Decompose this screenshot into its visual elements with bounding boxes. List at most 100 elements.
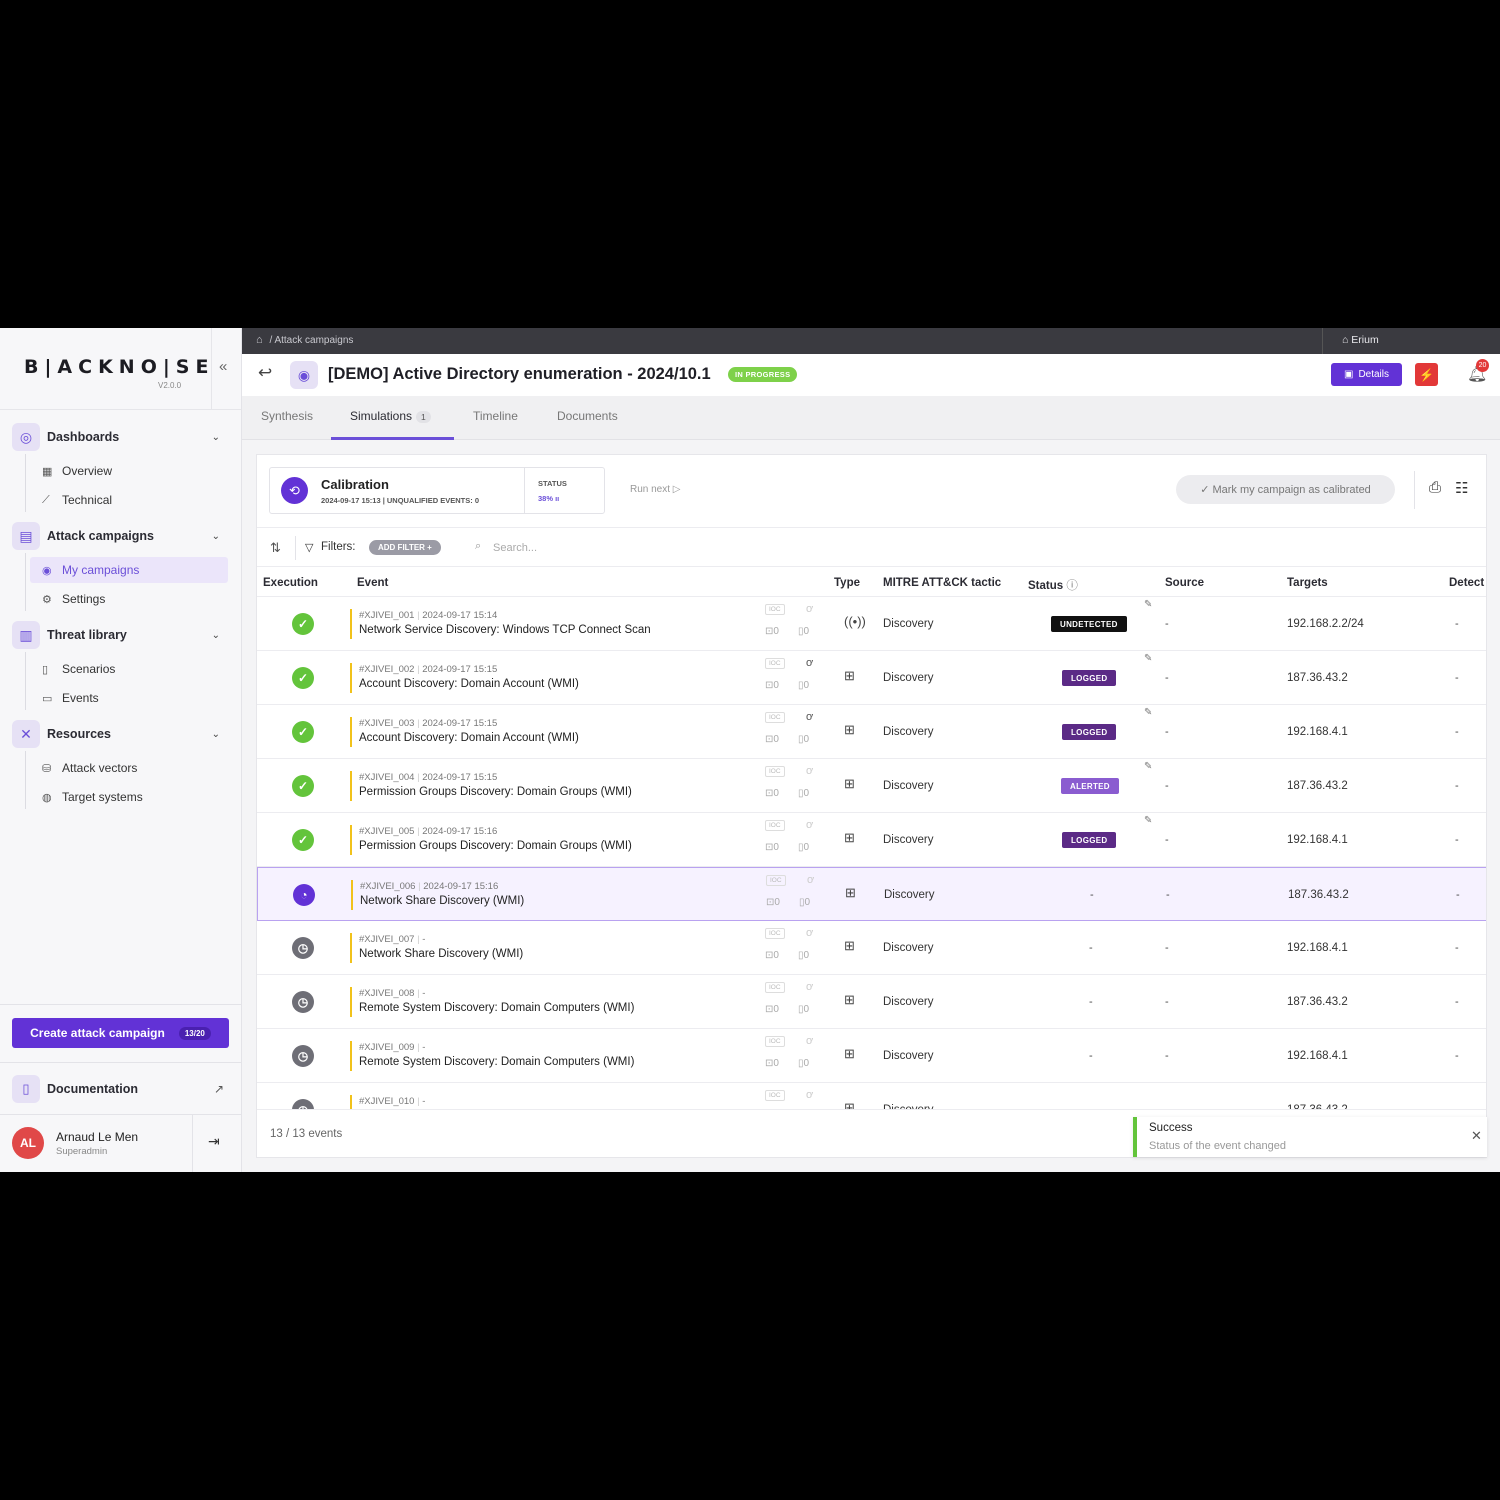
link-ring-icon[interactable]: ơ xyxy=(806,765,813,777)
avatar[interactable]: AL xyxy=(12,1127,44,1159)
document-count: ▯0 xyxy=(798,734,809,745)
window-icon: ⊞ xyxy=(844,1100,855,1109)
event-code: #XJIVEI_005 xyxy=(359,826,415,837)
ioc-badge[interactable]: IOC xyxy=(765,1036,785,1047)
table-row[interactable]: ✓ #XJIVEI_005 | 2024-09-17 15:16 Permissio… xyxy=(257,813,1486,867)
mitre-tactic: Discovery xyxy=(883,618,934,630)
ioc-badge[interactable]: IOC xyxy=(765,928,785,939)
nav-tree-line xyxy=(25,751,26,809)
tab-timeline[interactable]: Timeline xyxy=(473,409,518,423)
table-row[interactable]: ◷ #XJIVEI_007 | - Network Share Discovery … xyxy=(257,921,1486,975)
documentation-link[interactable]: ▯ Documentation ↗ xyxy=(12,1074,230,1104)
event-time: 2024-09-17 15:16 xyxy=(422,826,498,837)
launch-attack-button[interactable]: ⚡ xyxy=(1415,363,1438,386)
status-badge[interactable]: UNDETECTED xyxy=(1051,616,1127,632)
column-header-targets[interactable]: Targets xyxy=(1287,577,1328,589)
status-badge[interactable]: LOGGED xyxy=(1062,832,1117,848)
link-ring-icon[interactable]: ơ xyxy=(806,927,813,939)
event-name[interactable]: Remote System Discovery: Domain Computer… xyxy=(359,1056,634,1068)
mark-calibrated-button[interactable]: ✓ Mark my campaign as calibrated xyxy=(1176,475,1395,504)
link-ring-icon[interactable]: ơ xyxy=(806,711,813,723)
ioc-badge[interactable]: IOC xyxy=(765,1090,785,1101)
link-ring-icon[interactable]: ơ xyxy=(806,981,813,993)
edit-icon[interactable]: ✎ xyxy=(1144,761,1152,772)
event-name[interactable]: Permission Groups Discovery: Domain Grou… xyxy=(359,786,632,798)
event-name[interactable]: Account Discovery: Domain Account (WMI) xyxy=(359,678,579,690)
search-input[interactable] xyxy=(493,538,693,558)
ioc-badge[interactable]: IOC xyxy=(765,820,785,831)
run-next-button[interactable]: Run next ▷ xyxy=(630,484,681,495)
event-name[interactable]: Remote System Discovery: Domain Computer… xyxy=(359,1002,634,1014)
collapse-sidebar-icon[interactable]: « xyxy=(219,358,227,375)
sidebar-item-scenarios[interactable]: ▯ Scenarios xyxy=(30,656,228,682)
ioc-badge[interactable]: IOC xyxy=(765,712,785,723)
status-badge[interactable]: LOGGED xyxy=(1062,724,1117,740)
export-icon[interactable]: ⎙ xyxy=(1429,479,1441,496)
create-attack-campaign-button[interactable]: Create attack campaign 13/20 xyxy=(12,1018,229,1048)
sidebar-item-my-campaigns[interactable]: ◉ My campaigns xyxy=(30,557,228,583)
table-row[interactable]: ◷#XJIVEI_010 | -IOCơ⊞Discovery187.36.43.… xyxy=(257,1083,1486,1109)
sidebar-item-attack-vectors[interactable]: ⛁ Attack vectors xyxy=(30,755,228,781)
ioc-badge[interactable]: IOC xyxy=(766,875,786,886)
home-icon[interactable]: ⌂ xyxy=(256,334,263,346)
sort-icon[interactable]: ⇅ xyxy=(270,540,281,556)
sidebar-item-settings[interactable]: ⚙ Settings xyxy=(30,586,228,612)
nav-group-resources[interactable]: ✕ Resources ⌄ xyxy=(12,719,230,749)
edit-icon[interactable]: ✎ xyxy=(1144,599,1152,610)
status-badge[interactable]: LOGGED xyxy=(1062,670,1117,686)
event-name[interactable]: Network Share Discovery (WMI) xyxy=(359,948,523,960)
add-filter-button[interactable]: ADD FILTER + xyxy=(369,540,441,555)
breadcrumb-item[interactable]: Attack campaigns xyxy=(274,335,353,346)
ioc-badge[interactable]: IOC xyxy=(765,658,785,669)
nav-group-attack-campaigns[interactable]: ▤ Attack campaigns ⌄ xyxy=(12,521,230,551)
logout-icon[interactable]: ⇥ xyxy=(208,1133,220,1150)
link-ring-icon[interactable]: ơ xyxy=(806,657,813,669)
sidebar-item-overview[interactable]: ▦ Overview xyxy=(30,458,228,484)
tab-simulations[interactable]: Simulations 1 xyxy=(350,409,431,423)
status-badge[interactable]: ALERTED xyxy=(1061,778,1119,794)
organization-selector[interactable]: ⌂ Erium xyxy=(1342,334,1379,346)
nav-group-threat-library[interactable]: ▥ Threat library ⌄ xyxy=(12,620,230,650)
ioc-badge[interactable]: IOC xyxy=(765,766,785,777)
ioc-badge[interactable]: IOC xyxy=(765,982,785,993)
column-header-detect[interactable]: Detect xyxy=(1449,577,1484,589)
link-ring-icon[interactable]: ơ xyxy=(806,1035,813,1047)
sidebar-item-target-systems[interactable]: ◍ Target systems xyxy=(30,784,228,810)
sidebar-item-label: Technical xyxy=(62,493,113,507)
table-row[interactable]: ✓ #XJIVEI_002 | 2024-09-17 15:15 Account D… xyxy=(257,651,1486,705)
sidebar-item-events[interactable]: ▭ Events xyxy=(30,685,228,711)
table-row[interactable]: ◔ #XJIVEI_006 | 2024-09-17 15:16 Network S… xyxy=(257,867,1486,921)
table-row[interactable]: ✓ #XJIVEI_003 | 2024-09-17 15:15 Account D… xyxy=(257,705,1486,759)
column-header-status[interactable]: Status ⓘ xyxy=(1028,577,1078,593)
back-arrow-icon[interactable]: ↩ xyxy=(258,363,272,383)
nav-group-dashboards[interactable]: ◎ Dashboards ⌄ xyxy=(12,422,230,452)
columns-icon[interactable]: ☷ xyxy=(1455,479,1468,497)
details-button[interactable]: ▣ Details xyxy=(1331,363,1402,386)
link-ring-icon[interactable]: ơ xyxy=(807,874,814,886)
link-ring-icon[interactable]: ơ xyxy=(806,1089,813,1101)
column-header-source[interactable]: Source xyxy=(1165,577,1204,589)
event-name[interactable]: Permission Groups Discovery: Domain Grou… xyxy=(359,840,632,852)
column-header-execution[interactable]: Execution xyxy=(263,577,318,589)
document-count: ▯0 xyxy=(799,897,810,908)
event-name[interactable]: Account Discovery: Domain Account (WMI) xyxy=(359,732,579,744)
table-row[interactable]: ◷ #XJIVEI_008 | - Remote System Discovery:… xyxy=(257,975,1486,1029)
link-ring-icon[interactable]: ơ xyxy=(806,603,813,615)
ioc-badge[interactable]: IOC xyxy=(765,604,785,615)
column-header-event[interactable]: Event xyxy=(357,577,388,589)
event-name[interactable]: Network Share Discovery (WMI) xyxy=(360,895,524,907)
column-header-tactic[interactable]: MITRE ATT&CK tactic xyxy=(883,577,1001,589)
tab-documents[interactable]: Documents xyxy=(557,409,618,423)
edit-icon[interactable]: ✎ xyxy=(1144,653,1152,664)
table-row[interactable]: ✓ #XJIVEI_004 | 2024-09-17 15:15 Permissio… xyxy=(257,759,1486,813)
table-row[interactable]: ✓ #XJIVEI_001 | 2024-09-17 15:14 Network S… xyxy=(257,597,1486,651)
event-name[interactable]: Network Service Discovery: Windows TCP C… xyxy=(359,624,651,636)
link-ring-icon[interactable]: ơ xyxy=(806,819,813,831)
table-row[interactable]: ◷ #XJIVEI_009 | - Remote System Discovery:… xyxy=(257,1029,1486,1083)
tab-synthesis[interactable]: Synthesis xyxy=(261,409,313,423)
column-header-type[interactable]: Type xyxy=(834,577,860,589)
close-icon[interactable]: ✕ xyxy=(1471,1128,1482,1144)
edit-icon[interactable]: ✎ xyxy=(1144,815,1152,826)
edit-icon[interactable]: ✎ xyxy=(1144,707,1152,718)
sidebar-item-technical[interactable]: ⟋ Technical xyxy=(30,487,228,513)
